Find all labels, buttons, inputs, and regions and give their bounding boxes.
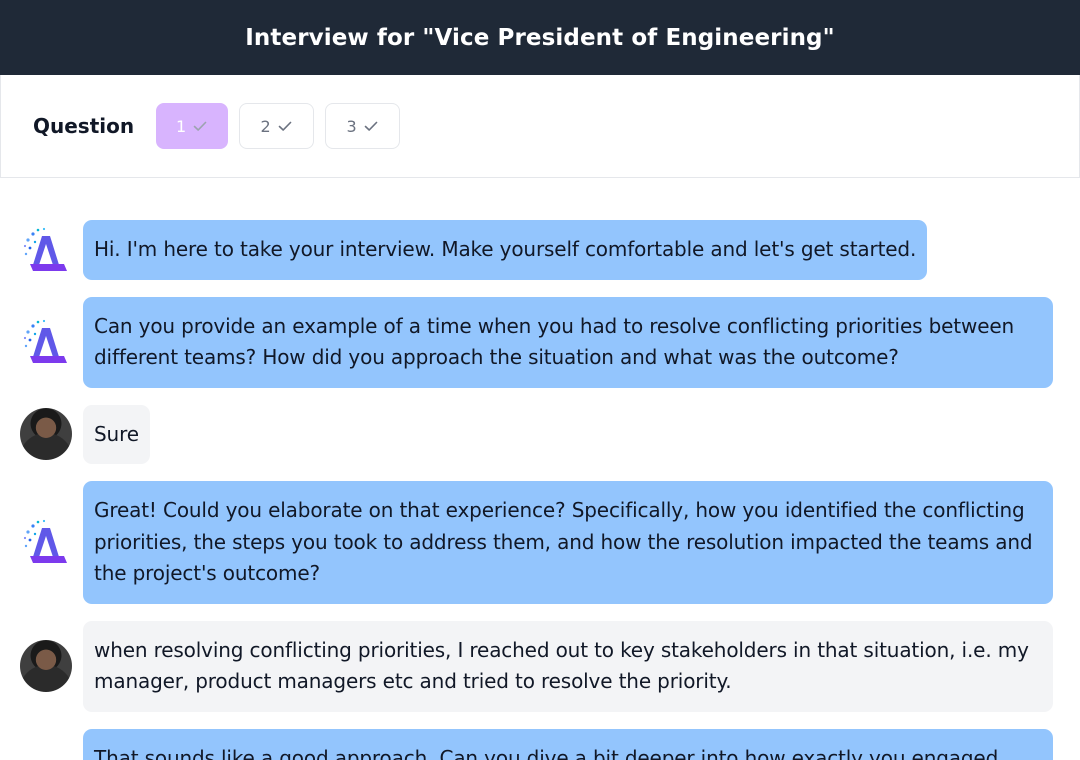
check-icon	[193, 121, 207, 131]
page-title: Interview for "Vice President of Enginee…	[245, 24, 835, 51]
ai-logo-icon	[23, 319, 67, 363]
check-icon	[278, 121, 292, 131]
ai-message: Hi. I'm here to take your interview. Mak…	[83, 220, 928, 280]
question-button-3[interactable]: 3	[325, 103, 401, 149]
user-message: when resolving conflicting priorities, I…	[83, 620, 1053, 712]
question-number: 2	[260, 116, 271, 136]
ai-logo-icon	[23, 520, 67, 564]
ai-message: That sounds like a good approach. Can yo…	[83, 728, 1053, 760]
ai-message: Great! Could you elaborate on that exper…	[83, 481, 1053, 604]
message-row: That sounds like a good approach. Can yo…	[0, 728, 1080, 760]
ai-message: Can you provide an example of a time whe…	[83, 296, 1053, 388]
message-row: Great! Could you elaborate on that exper…	[0, 481, 1080, 604]
top-header: Interview for "Vice President of Enginee…	[0, 0, 1080, 75]
user-avatar	[20, 408, 72, 461]
question-number: 1	[176, 116, 187, 136]
check-icon	[364, 121, 378, 131]
question-label: Question	[33, 114, 135, 138]
user-message: Sure	[83, 404, 150, 464]
ai-logo-icon	[23, 227, 67, 271]
question-button-2[interactable]: 2	[239, 103, 315, 149]
user-avatar	[20, 640, 72, 692]
message-row: when resolving conflicting priorities, I…	[0, 620, 1080, 712]
chat-transcript: Hi. I'm here to take your interview. Mak…	[0, 178, 1080, 760]
message-row: Can you provide an example of a time whe…	[0, 296, 1080, 388]
question-button-1[interactable]: 1	[156, 103, 229, 149]
message-row: Hi. I'm here to take your interview. Mak…	[0, 220, 1080, 280]
question-navigator: Question 1 2 3	[0, 75, 1080, 178]
message-row: Sure	[0, 404, 1080, 464]
question-number: 3	[346, 116, 357, 136]
